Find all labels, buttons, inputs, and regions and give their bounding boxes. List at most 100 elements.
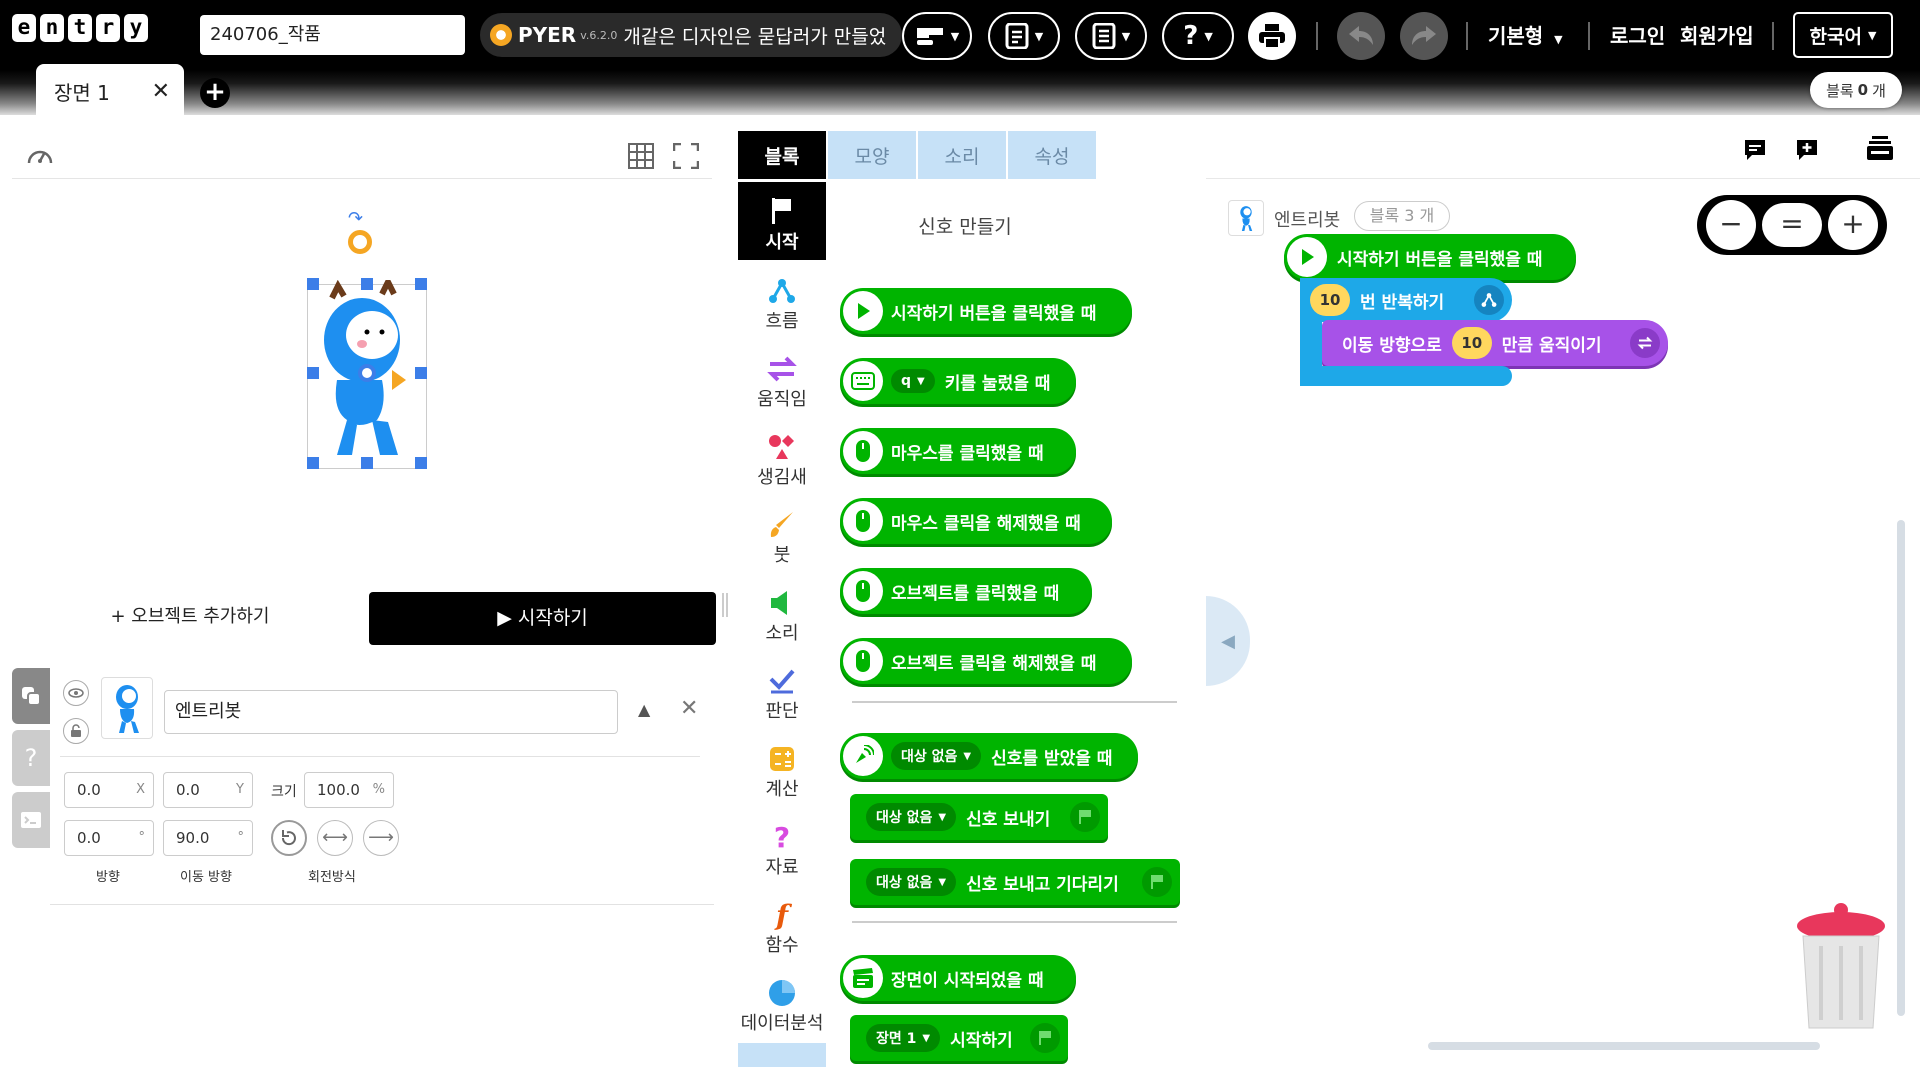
help-menu-button[interactable]: ? ▼ <box>1162 12 1234 60</box>
add-scene-button[interactable]: + <box>200 78 230 108</box>
resize-handle[interactable] <box>307 278 319 290</box>
signup-link[interactable]: 회원가입 <box>1680 20 1754 49</box>
y-field[interactable]: 0.0 Y <box>163 772 253 808</box>
login-link[interactable]: 로그인 <box>1610 20 1665 49</box>
save-menu-button[interactable]: ▼ <box>1075 12 1147 60</box>
size-field[interactable]: 100.0% <box>304 772 394 808</box>
zoom-in-button[interactable]: + <box>1828 200 1878 250</box>
block-object-click[interactable]: 오브젝트를 클릭했을 때 <box>840 568 1092 614</box>
block-key-pressed[interactable]: q ▼ 키를 눌렀을 때 <box>840 358 1076 404</box>
create-signal-button[interactable]: 신호 만들기 <box>860 212 1070 239</box>
block-signal-send-wait[interactable]: 대상 없음 ▼ 신호 보내고 기다리기 <box>850 859 1180 905</box>
category-scroll-more[interactable] <box>738 1043 826 1067</box>
resize-handle[interactable] <box>415 367 427 379</box>
undo-button[interactable] <box>1337 12 1385 60</box>
signal-target-dropdown[interactable]: 대상 없음 ▼ <box>866 803 957 831</box>
lock-icon[interactable] <box>63 718 89 744</box>
trash-can-icon[interactable] <box>1795 900 1887 1036</box>
resize-handle[interactable] <box>415 457 427 469</box>
redo-button[interactable] <box>1400 12 1448 60</box>
block-signal-received[interactable]: 대상 없음 ▼ 신호를 받았을 때 <box>840 733 1138 779</box>
object-tab[interactable] <box>12 668 50 724</box>
resize-handle[interactable] <box>307 367 319 379</box>
stage-canvas[interactable]: ↷ <box>12 180 712 580</box>
signal-target-dropdown[interactable]: 대상 없음 ▼ <box>891 742 982 770</box>
center-point[interactable] <box>358 364 376 382</box>
palette-collapse-button[interactable]: ◀ <box>1206 596 1250 686</box>
close-icon[interactable]: ✕ <box>152 79 170 104</box>
language-dropdown[interactable]: 한국어 ▼ <box>1793 12 1893 58</box>
category-movement[interactable]: 움직임 <box>738 353 826 411</box>
delete-object-icon[interactable]: ✕ <box>680 696 698 721</box>
category-start[interactable]: 시작 <box>738 182 826 260</box>
category-flow[interactable]: 흐름 <box>738 275 826 333</box>
block-mode-button[interactable]: ▼ <box>902 12 972 60</box>
speed-icon[interactable] <box>26 143 54 173</box>
category-looks[interactable]: 생김새 <box>738 431 826 489</box>
block-signal-send[interactable]: 대상 없음 ▼ 신호 보내기 <box>850 794 1108 840</box>
horizontal-scrollbar[interactable] <box>1428 1042 1820 1050</box>
move-count-input[interactable]: 10 <box>1451 327 1492 359</box>
console-tab[interactable] <box>12 792 50 848</box>
object-name-input[interactable]: 엔트리봇 <box>164 690 618 734</box>
move-direction-field[interactable]: 90.0 ° <box>163 820 253 856</box>
resize-handle[interactable] <box>415 278 427 290</box>
panel-resize-handle[interactable] <box>722 593 728 617</box>
key-dropdown[interactable]: q ▼ <box>891 369 935 393</box>
ad-banner[interactable]: PYER v.6.2.0 개같은 디자인은 묻답러가 만들었 <box>480 13 902 57</box>
comment-icon[interactable] <box>1743 138 1767 166</box>
category-judgement[interactable]: 판단 <box>738 665 826 723</box>
palette-tab-property[interactable]: 속성 <box>1008 131 1096 179</box>
rotate-none-button[interactable]: ⟶ <box>363 820 399 856</box>
rotation-handle-icon[interactable]: ↷ <box>348 208 363 229</box>
category-brush[interactable]: 붓 <box>738 509 826 567</box>
fullscreen-icon[interactable] <box>672 142 700 173</box>
repeat-count-input[interactable]: 10 <box>1310 284 1350 316</box>
resize-handle[interactable] <box>361 278 373 290</box>
category-function[interactable]: f 함수 <box>738 899 826 957</box>
script-repeat-block[interactable]: 10 번 반복하기 <box>1300 278 1512 322</box>
add-object-button[interactable]: + 오브젝트 추가하기 <box>70 592 310 642</box>
rotation-point[interactable] <box>348 230 372 254</box>
print-button[interactable] <box>1248 12 1296 60</box>
vertical-scrollbar[interactable] <box>1897 520 1905 1016</box>
scene-dropdown[interactable]: 장면 1 ▼ <box>866 1024 941 1052</box>
category-analysis[interactable]: 데이터분석 <box>738 977 826 1035</box>
script-move-block[interactable]: 이동 방향으로 10 만큼 움직이기 <box>1322 320 1668 366</box>
palette-tab-shape[interactable]: 모양 <box>828 131 916 179</box>
palette-tab-sound[interactable]: 소리 <box>918 131 1006 179</box>
object-thumbnail[interactable] <box>101 677 153 739</box>
visibility-icon[interactable] <box>63 680 89 706</box>
project-name-input[interactable]: 240706_작품 <box>200 15 465 55</box>
add-comment-icon[interactable] <box>1795 138 1819 166</box>
category-calc[interactable]: 계산 <box>738 743 826 801</box>
category-sound[interactable]: 소리 <box>738 587 826 645</box>
block-scene-start[interactable]: 장면 1 ▼ 시작하기 <box>850 1015 1068 1061</box>
zoom-reset-button[interactable]: = <box>1762 203 1822 247</box>
block-layers-icon[interactable] <box>1866 134 1894 166</box>
resize-handle[interactable] <box>307 457 319 469</box>
grid-icon[interactable] <box>628 143 654 173</box>
help-tab[interactable]: ? <box>12 730 50 786</box>
file-menu-button[interactable]: ▼ <box>988 12 1060 60</box>
start-button[interactable]: ▶ 시작하기 <box>369 592 716 645</box>
block-scene-started[interactable]: 장면이 시작되었을 때 <box>840 955 1076 1001</box>
collapse-up-icon[interactable]: ▲ <box>638 700 650 719</box>
rotate-horizontal-button[interactable]: ⟷ <box>317 820 353 856</box>
entry-logo[interactable]: e n t r y <box>10 0 160 60</box>
scene-tab[interactable]: 장면 1 ✕ <box>36 64 184 118</box>
resize-handle[interactable] <box>361 457 373 469</box>
palette-tab-blocks[interactable]: 블록 <box>738 131 826 179</box>
x-field[interactable]: 0.0 X <box>64 772 154 808</box>
zoom-out-button[interactable]: − <box>1706 200 1756 250</box>
block-on-start[interactable]: 시작하기 버튼을 클릭했을 때 <box>840 288 1132 334</box>
direction-field[interactable]: 0.0 ° <box>64 820 154 856</box>
signal-target-dropdown[interactable]: 대상 없음 ▼ <box>866 868 957 896</box>
block-mouse-release[interactable]: 마우스 클릭을 해제했을 때 <box>840 498 1112 544</box>
category-data[interactable]: ? 자료 <box>738 821 826 879</box>
script-on-start-block[interactable]: 시작하기 버튼을 클릭했을 때 <box>1284 234 1576 280</box>
block-mouse-click[interactable]: 마우스를 클릭했을 때 <box>840 428 1076 474</box>
view-mode-dropdown[interactable]: 기본형 ▼ <box>1488 20 1563 49</box>
block-object-release[interactable]: 오브젝트 클릭을 해제했을 때 <box>840 638 1132 684</box>
rotate-free-button[interactable] <box>271 820 307 856</box>
